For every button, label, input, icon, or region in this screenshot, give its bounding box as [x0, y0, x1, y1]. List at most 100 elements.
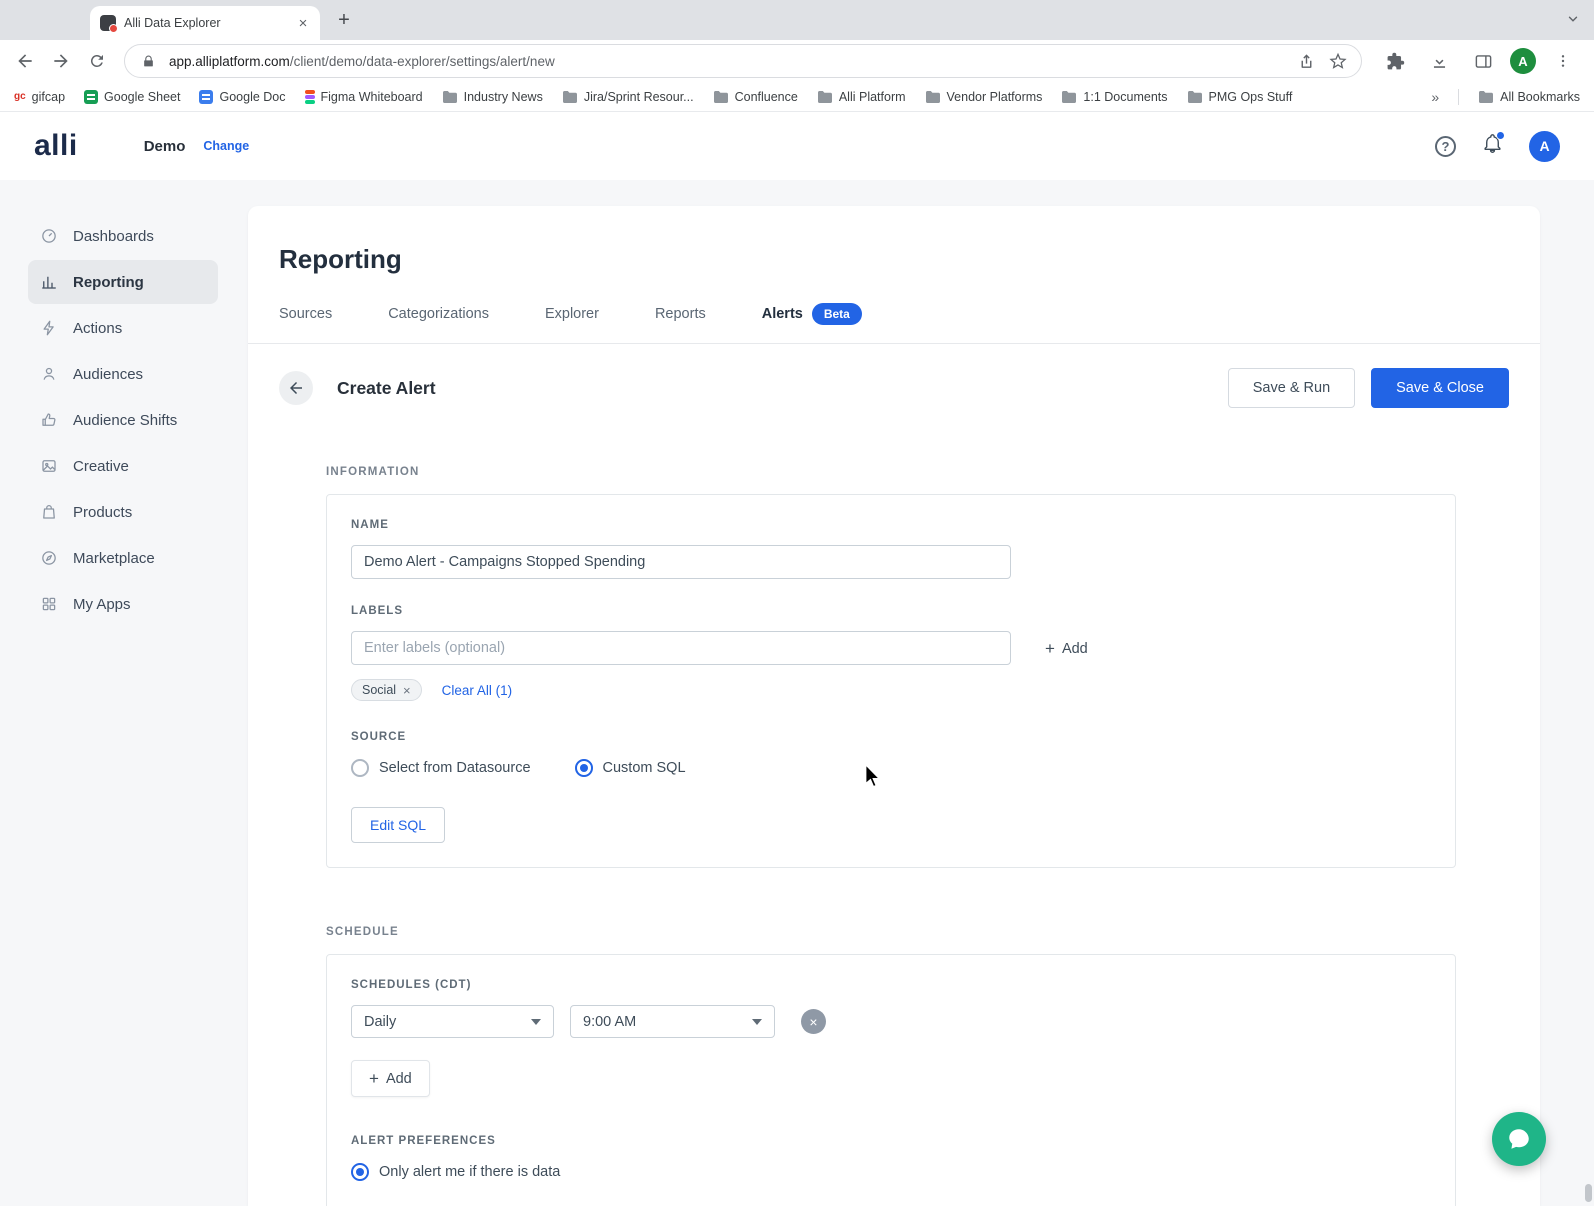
bookmark-figma-whiteboard[interactable]: Figma Whiteboard: [304, 89, 423, 104]
sidebar-item-label: Actions: [73, 319, 123, 337]
browser-profile-avatar[interactable]: A: [1510, 48, 1536, 74]
dashboards-icon: [42, 229, 56, 243]
tab-explorer[interactable]: Explorer: [545, 306, 599, 322]
schedules-field-label: SCHEDULES (CDT): [351, 979, 472, 991]
bookmark-folder-pmg-ops-stuff[interactable]: PMG Ops Stuff: [1187, 89, 1293, 104]
bookmark-label: Industry News: [463, 89, 543, 104]
add-label-button[interactable]: + Add: [1041, 632, 1092, 665]
remove-schedule-button[interactable]: ×: [801, 1009, 826, 1034]
bookmark-folder-industry-news[interactable]: Industry News: [442, 90, 543, 104]
chevron-down-icon: [531, 1018, 541, 1025]
back-button[interactable]: [279, 371, 313, 405]
bookmark-folder-confluence[interactable]: Confluence: [713, 90, 798, 104]
user-avatar[interactable]: A: [1529, 130, 1560, 162]
audiences-icon: [43, 367, 55, 380]
clear-all-link[interactable]: Clear All (1): [442, 683, 513, 698]
bookmark-star-icon[interactable]: [1327, 50, 1349, 72]
chip-remove-icon[interactable]: ×: [403, 684, 411, 697]
schedule-panel: SCHEDULES (CDT) Daily 9:00 AM × + Add AL…: [326, 954, 1456, 1206]
browser-tab[interactable]: Alli Data Explorer ×: [90, 6, 320, 40]
alli-logo[interactable]: alli: [34, 129, 78, 163]
url-path: /client/demo/data-explorer/settings/aler…: [289, 53, 555, 69]
bookmark-label: gifcap: [31, 89, 66, 104]
notifications-bell-icon[interactable]: [1482, 131, 1505, 159]
bookmark-folder-1-1-documents[interactable]: 1:1 Documents: [1061, 89, 1168, 104]
sidebar-item-audiences[interactable]: Audiences: [28, 352, 218, 396]
lock-icon: [137, 50, 159, 72]
new-tab-button[interactable]: +: [330, 6, 358, 34]
google-sheet-icon: [84, 89, 99, 104]
add-schedule-button[interactable]: + Add: [351, 1060, 430, 1097]
change-client-link[interactable]: Change: [203, 139, 249, 153]
sidebar-item-marketplace[interactable]: Marketplace: [28, 536, 218, 580]
bookmark-google-sheet[interactable]: Google Sheet: [84, 89, 180, 104]
radio-label: Select from Datasource: [379, 760, 531, 776]
frequency-value: Daily: [364, 1013, 397, 1030]
time-select[interactable]: 9:00 AM: [570, 1005, 775, 1038]
bookmarks-overflow-icon[interactable]: »: [1431, 89, 1439, 105]
sidebar-item-audience-shifts[interactable]: Audience Shifts: [28, 398, 218, 442]
sidebar-item-my-apps[interactable]: My Apps: [28, 582, 218, 626]
edit-sql-button[interactable]: Edit SQL: [351, 807, 446, 843]
tab-sources[interactable]: Sources: [279, 306, 332, 322]
radio-custom-sql[interactable]: Custom SQL: [574, 759, 686, 777]
radio-only-alert-if-data[interactable]: Only alert me if there is data: [351, 1163, 1431, 1181]
frequency-select[interactable]: Daily: [351, 1005, 554, 1038]
bookmark-label: 1:1 Documents: [1083, 89, 1168, 104]
actions-icon: [43, 320, 54, 336]
help-icon[interactable]: ?: [1435, 135, 1456, 157]
all-bookmarks-button[interactable]: All Bookmarks: [1478, 90, 1580, 104]
url-bar[interactable]: app.alliplatform.com/client/demo/data-ex…: [124, 44, 1362, 78]
share-icon[interactable]: [1295, 50, 1317, 72]
sidebar-item-label: My Apps: [73, 595, 131, 613]
reporting-icon: [42, 276, 56, 289]
scrollbar-thumb[interactable]: [1585, 1184, 1592, 1202]
radio-select-from-datasource[interactable]: Select from Datasource: [351, 759, 531, 777]
bookmark-folder-alli-platform[interactable]: Alli Platform: [817, 90, 906, 104]
bookmark-label: PMG Ops Stuff: [1208, 89, 1293, 104]
bookmark-label: Jira/Sprint Resour...: [583, 89, 694, 104]
back-icon[interactable]: [8, 44, 42, 78]
sidebar-item-actions[interactable]: Actions: [28, 306, 218, 350]
forward-icon[interactable]: [44, 44, 78, 78]
radio-icon[interactable]: [351, 759, 369, 777]
reload-icon[interactable]: [80, 44, 114, 78]
sidebar-item-products[interactable]: Products: [28, 490, 218, 534]
alli-favicon: [100, 15, 118, 33]
save-and-run-button[interactable]: Save & Run: [1227, 368, 1356, 408]
chat-bubble-icon: [1509, 1129, 1529, 1149]
download-icon[interactable]: [1422, 44, 1456, 78]
bookmark-folder-vendor-platforms[interactable]: Vendor Platforms: [925, 90, 1042, 104]
tab-alerts[interactable]: Alerts Beta: [762, 303, 862, 325]
url-text: app.alliplatform.com/client/demo/data-ex…: [169, 54, 1285, 69]
labels-input[interactable]: [351, 631, 1011, 665]
sidebar-item-reporting[interactable]: Reporting: [28, 260, 218, 304]
sidebar-item-label: Reporting: [73, 273, 144, 291]
browser-menu-kebab-icon[interactable]: [1546, 44, 1580, 78]
bookmark-gifcap[interactable]: gc gifcap: [14, 90, 65, 104]
radio-selected-icon[interactable]: [574, 759, 593, 777]
schedule-section-label: SCHEDULE: [326, 926, 399, 938]
extensions-puzzle-icon[interactable]: [1378, 44, 1412, 78]
schedule-section: SCHEDULE SCHEDULES (CDT) Daily 9:00 AM ×: [326, 926, 1456, 1206]
tab-close-icon[interactable]: ×: [294, 14, 312, 32]
bookmark-folder-jira-sprint[interactable]: Jira/Sprint Resour...: [562, 90, 694, 104]
side-panel-icon[interactable]: [1466, 44, 1500, 78]
tab-categorizations[interactable]: Categorizations: [388, 306, 489, 322]
folder-icon: [713, 90, 728, 103]
sidebar-item-creative[interactable]: Creative: [28, 444, 218, 488]
add-schedule-text: Add: [385, 1070, 412, 1087]
bookmarks-separator: [1458, 88, 1460, 105]
label-chip-social: Social ×: [351, 679, 422, 701]
alert-name-input[interactable]: [351, 545, 1011, 579]
sidebar-item-dashboards[interactable]: Dashboards: [28, 214, 218, 258]
tab-reports[interactable]: Reports: [655, 306, 706, 322]
chat-widget-button[interactable]: [1492, 1112, 1546, 1166]
toolbar-actions: A: [1372, 44, 1586, 78]
tab-label: Reports: [654, 306, 706, 322]
bookmark-google-doc[interactable]: Google Doc: [199, 89, 286, 104]
tab-search-chevron-icon[interactable]: [1566, 12, 1580, 31]
save-and-close-button[interactable]: Save & Close: [1371, 368, 1509, 408]
audience-shifts-icon: [42, 413, 56, 426]
radio-selected-icon[interactable]: [351, 1163, 369, 1181]
